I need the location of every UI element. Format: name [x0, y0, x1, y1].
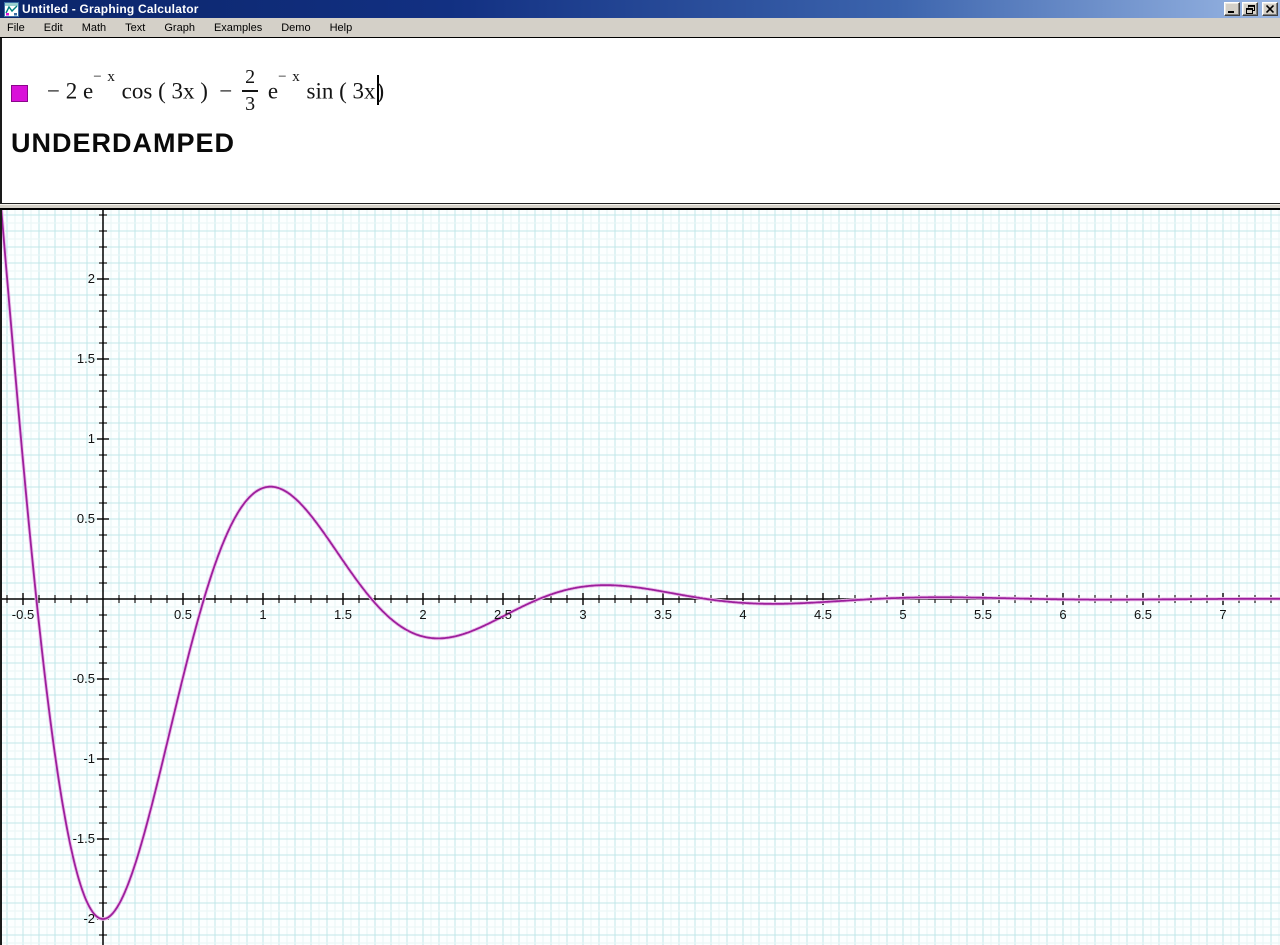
eq-exponent-1: − x [93, 69, 116, 85]
equation[interactable]: − 2 e− x cos ( 3x ) − 23 e− x sin ( 3x) [47, 68, 384, 118]
close-button[interactable] [1262, 2, 1278, 16]
eq-seg1: − 2 e [47, 78, 93, 103]
menu-edit[interactable]: Edit [38, 19, 70, 37]
panel-splitter[interactable] [0, 203, 1280, 210]
y-tick-label: 2 [51, 271, 95, 286]
eq-seg4: sin ( 3x [301, 78, 376, 103]
close-icon [1266, 5, 1274, 13]
y-tick-label: -0.5 [51, 671, 95, 686]
plot-left-border [0, 210, 2, 945]
x-tick-label: 7 [1201, 607, 1245, 622]
eq-exponent-2: − x [278, 69, 301, 85]
fraction-numerator: 2 [242, 66, 258, 92]
menu-demo[interactable]: Demo [275, 19, 317, 37]
minimize-icon [1228, 5, 1236, 13]
panel-left-border [0, 38, 2, 203]
x-tick-label: -0.5 [1, 607, 45, 622]
caption-underdamped: UNDERDAMPED [11, 128, 235, 159]
y-tick-label: -1.5 [51, 831, 95, 846]
plot-area[interactable]: -0.5 0.5 1 1.5 2 2.5 3 3.5 4 4.5 5 5.5 6 6.5 7 2 1.5 1 0.5… [0, 210, 1280, 945]
app-icon [4, 2, 19, 17]
restore-button[interactable] [1242, 2, 1258, 16]
eq-fraction: 23 [242, 66, 258, 116]
menu-examples[interactable]: Examples [208, 19, 269, 37]
graph-canvas [0, 210, 1280, 945]
eq-seg3: e [262, 78, 278, 103]
y-tick-label: 0.5 [51, 511, 95, 526]
fraction-denominator: 3 [242, 92, 258, 116]
menu-file[interactable]: File [1, 19, 32, 37]
x-tick-label: 2.5 [481, 607, 525, 622]
y-tick-label: -2 [51, 911, 95, 926]
x-tick-label: 1.5 [321, 607, 365, 622]
x-tick-label: 3.5 [641, 607, 685, 622]
x-tick-label: 0.5 [161, 607, 205, 622]
restore-icon [1246, 5, 1255, 14]
x-tick-label: 4 [721, 607, 765, 622]
window-title: Untitled - Graphing Calculator [22, 2, 1224, 17]
y-tick-label: -1 [51, 751, 95, 766]
curve-legend-swatch[interactable] [11, 85, 28, 102]
menu-bar: File Edit Math Text Graph Examples Demo Help [0, 18, 1280, 37]
x-tick-label: 5 [881, 607, 925, 622]
eq-seg5: ) [377, 78, 385, 103]
x-tick-label: 5.5 [961, 607, 1005, 622]
x-tick-label: 1 [241, 607, 285, 622]
x-tick-label: 6.5 [1121, 607, 1165, 622]
x-tick-label: 3 [561, 607, 605, 622]
x-tick-label: 4.5 [801, 607, 845, 622]
minimize-button[interactable] [1224, 2, 1240, 16]
title-bar: Untitled - Graphing Calculator [0, 0, 1280, 18]
menu-math[interactable]: Math [76, 19, 113, 37]
menu-graph[interactable]: Graph [158, 19, 202, 37]
x-tick-label: 2 [401, 607, 445, 622]
y-tick-label: 1.5 [51, 351, 95, 366]
menu-help[interactable]: Help [324, 19, 360, 37]
formula-panel: − 2 e− x cos ( 3x ) − 23 e− x sin ( 3x) … [0, 37, 1280, 203]
menu-text[interactable]: Text [119, 19, 152, 37]
eq-seg2: cos ( 3x ) − [116, 78, 238, 103]
y-tick-label: 1 [51, 431, 95, 446]
equation-row[interactable]: − 2 e− x cos ( 3x ) − 23 e− x sin ( 3x) [11, 62, 384, 124]
x-tick-label: 6 [1041, 607, 1085, 622]
